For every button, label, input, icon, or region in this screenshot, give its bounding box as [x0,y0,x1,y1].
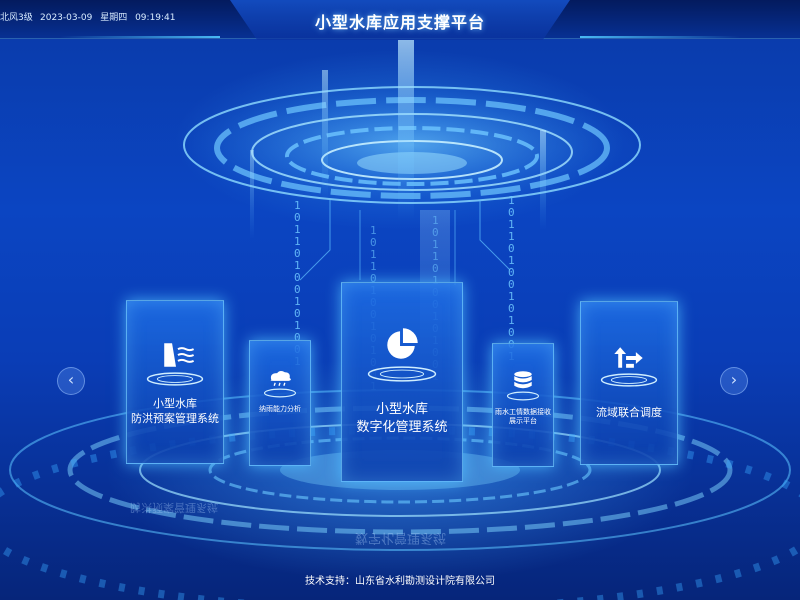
card-label: 纳雨能力分析 [250,405,310,414]
stage: 10110100101001 10110100101001 1011010010… [0,0,800,600]
card-label: 雨水工情数据接收 展示平台 [493,408,553,427]
database-icon [514,371,532,389]
card-label-line2: 展示平台 [509,417,537,426]
card-digital-management-system[interactable]: 小型水库 数字化管理系统 [341,282,463,482]
carousel-next-button[interactable]: › [720,367,748,395]
footer-label: 技术支持： [305,576,355,587]
chevron-right-icon: › [730,370,738,389]
icon-platform [600,373,658,387]
card-reflection: 数字化管理系统 [355,530,446,549]
footer-company: 山东省水利勘测设计院有限公司 [355,576,495,587]
icon-platform [367,366,437,382]
rain-cloud-icon [270,370,291,386]
card-reflection: 防洪预案管理系统 [130,500,218,516]
binary-column-right: 10110100101001 [508,194,515,363]
card-label: 流域联合调度 [581,406,677,421]
card-label-line2: 防洪预案管理系统 [131,411,219,425]
icon-platform [506,391,540,401]
reflection-text: 数字化管理系统 [355,530,447,545]
dam-icon [164,343,195,367]
card-flood-plan-system[interactable]: 小型水库 防洪预案管理系统 [126,300,224,464]
dispatch-arrows-icon [614,347,643,368]
card-rain-capacity-analysis[interactable]: 纳雨能力分析 [249,340,311,466]
card-label: 小型水库 防洪预案管理系统 [127,397,223,427]
card-label-line1: 纳雨能力分析 [259,405,301,413]
card-label-line2: 数字化管理系统 [356,419,448,435]
reflection-text: 防洪预案管理系统 [130,501,218,514]
header-edge-right [580,36,740,38]
card-rain-water-data-platform[interactable]: 雨水工情数据接收 展示平台 [492,343,554,467]
carousel-prev-button[interactable]: ‹ [57,367,85,395]
card-label-line1: 小型水库 [375,402,428,417]
page-title: 小型水库应用支撑平台 [314,13,485,32]
header-edge-left [60,36,220,38]
pie-chart-icon [387,328,418,359]
icon-platform [263,388,297,398]
footer-credit: 技术支持：山东省水利勘测设计院有限公司 [0,572,800,587]
icon-platform [146,372,204,386]
card-label-line1: 流域联合调度 [596,406,662,419]
card-label: 小型水库 数字化管理系统 [342,401,462,436]
chevron-left-icon: ‹ [67,370,75,389]
card-label-line1: 小型水库 [153,397,197,410]
card-basin-joint-dispatch[interactable]: 流域联合调度 [580,301,678,465]
